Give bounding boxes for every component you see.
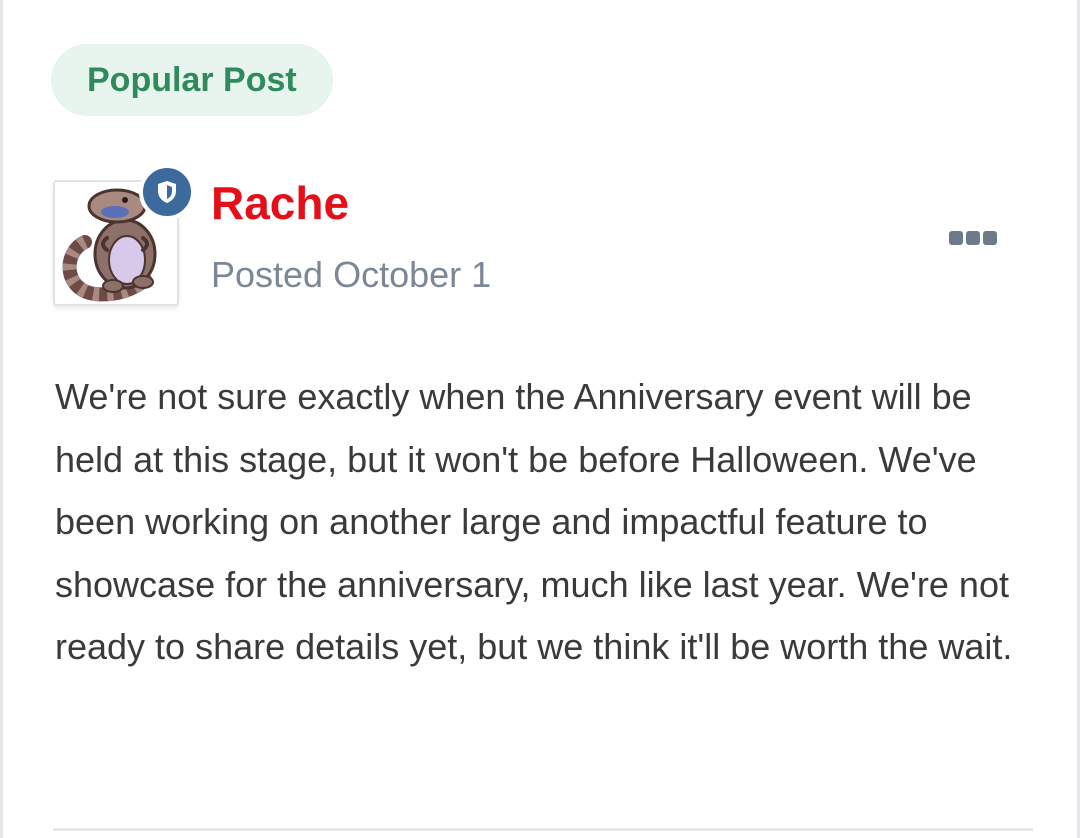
dot (949, 231, 963, 245)
shield-icon (158, 181, 176, 203)
dot (983, 231, 997, 245)
post-body: We're not sure exactly when the Annivers… (55, 376, 1013, 667)
more-options-icon[interactable] (943, 224, 1003, 252)
moderator-badge (139, 164, 195, 220)
popular-post-badge: Popular Post (51, 44, 333, 116)
dot (966, 231, 980, 245)
author-name[interactable]: Rache (211, 176, 349, 230)
post-card: Popular Post Rache Posted October 1 We'r… (0, 0, 1080, 838)
divider (53, 828, 1033, 831)
post-date[interactable]: Posted October 1 (211, 254, 491, 296)
